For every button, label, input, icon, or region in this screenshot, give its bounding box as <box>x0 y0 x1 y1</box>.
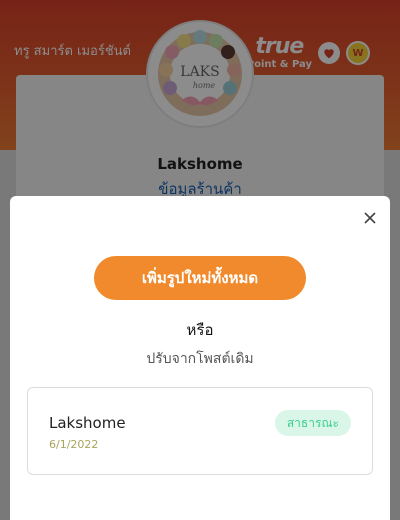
close-icon[interactable] <box>360 208 380 228</box>
adjust-from-existing-label: ปรับจากโพสต์เดิม <box>146 351 254 367</box>
post-title: Lakshome <box>49 414 126 432</box>
add-all-new-photos-button[interactable]: เพิ่มรูปใหม่ทั้งหมด <box>94 256 306 300</box>
edit-post-modal: เพิ่มรูปใหม่ทั้งหมด หรือ ปรับจากโพสต์เดิ… <box>10 196 390 520</box>
post-date: 6/1/2022 <box>49 438 99 451</box>
existing-post-card[interactable]: Lakshome 6/1/2022 สาธารณะ <box>27 387 373 475</box>
status-badge: สาธารณะ <box>274 410 351 436</box>
or-label: หรือ <box>186 321 214 339</box>
